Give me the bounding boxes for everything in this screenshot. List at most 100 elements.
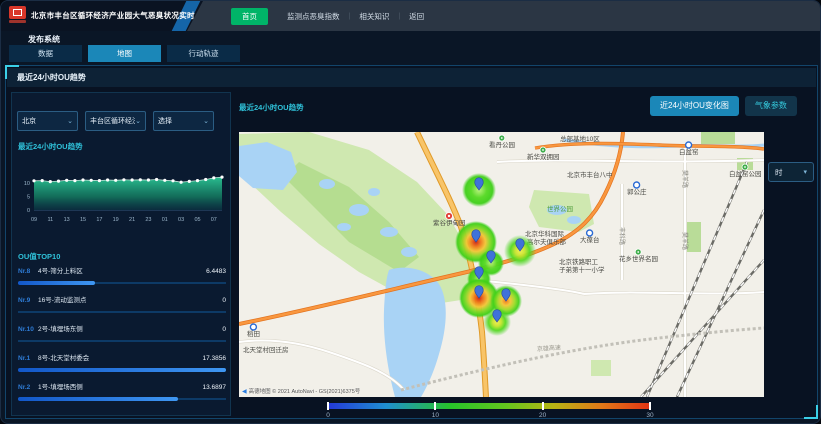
map-label: 樊羊路 (681, 232, 689, 250)
map-label: 郭公庄 (627, 187, 647, 196)
top10-row: Nr.84号-筛分上料区6.4483 (18, 265, 226, 294)
legend-tick-marker (542, 402, 544, 410)
heat-legend: 0 10 20 30 (328, 403, 650, 419)
top10-row: Nr.18号-北天堂村委会17.3856 (18, 352, 226, 381)
tab-data[interactable]: 数据 (9, 45, 82, 62)
station-select[interactable]: 选择⌄ (153, 111, 214, 131)
top10-rank: Nr.2 (18, 384, 38, 391)
ou-change-chart-button[interactable]: 近24小时OU变化图 (650, 96, 739, 116)
svg-text:13: 13 (64, 217, 70, 223)
top10-row: Nr.916号-流动监测点0 (18, 294, 226, 323)
legend-tick-label: 10 (432, 412, 439, 419)
main-panel: 最近24小时OU趋势 北京⌄丰台区循环经济产⌄选择⌄ 最近24小时OU趋势 05… (5, 65, 818, 419)
map-svg: 看丹公园 总部基地10区新华双拥园北京市丰台八中郭公庄 白盆窑白盆窑公园世界公园北京… (239, 132, 764, 397)
trend-chart-title: 最近24小时OU趋势 (18, 141, 83, 152)
chevron-down-icon: ⌄ (135, 117, 141, 125)
time-unit-select[interactable]: 时 ▾ (768, 162, 814, 182)
top10-rank: Nr.8 (18, 268, 38, 275)
legend-tick-label: 20 (539, 412, 546, 419)
map-label: 新华双拥园 (527, 152, 560, 161)
svg-text:11: 11 (47, 217, 53, 223)
publish-system-label: 发布系统 (28, 34, 60, 45)
top10-rank: Nr.1 (18, 355, 38, 362)
top10-bar-track (18, 397, 226, 401)
svg-text:05: 05 (194, 217, 200, 223)
svg-text:01: 01 (162, 217, 168, 223)
top10-rank: Nr.10 (18, 326, 38, 333)
metro-icon (250, 324, 256, 330)
svg-text:09: 09 (31, 217, 37, 223)
legend-tick-marker (649, 402, 651, 410)
top10-title: OU值TOP10 (18, 251, 60, 262)
map-label: 白盆窑 (679, 147, 699, 156)
svg-text:5: 5 (27, 195, 30, 201)
logo (9, 6, 26, 26)
app-root: 首页监测点恶臭指数|相关知识|返回 北京市丰台区循环经济产业园大气恶臭状况实时 … (0, 0, 821, 424)
top10-value: 13.6897 (203, 384, 227, 391)
legend-tick-label: 0 (326, 412, 330, 419)
svg-text:0: 0 (27, 208, 30, 214)
city-select-value: 北京 (22, 116, 67, 126)
legend-tick-label: 30 (646, 412, 653, 419)
filter-selects: 北京⌄丰台区循环经济产⌄选择⌄ (17, 111, 214, 131)
svg-text:15: 15 (80, 217, 86, 223)
ou-trend-chart: 0510091113151719212301030507 (14, 169, 228, 229)
map-label: 世界公园 (547, 204, 573, 213)
logo-subtext (9, 20, 26, 23)
page-title: 北京市丰台区循环经济产业园大气恶臭状况实时 (31, 1, 195, 31)
top10-value: 6.4483 (206, 268, 226, 275)
top10-bar-track (18, 310, 226, 314)
top10-rank: Nr.9 (18, 297, 38, 304)
park-select[interactable]: 丰台区循环经济产⌄ (85, 111, 146, 131)
map-label: 总部基地10区 (560, 134, 600, 143)
map-label: 子弟第十一小学 (559, 265, 605, 274)
nav-knowledge[interactable]: 相关知识 (359, 11, 389, 22)
top10-station-name: 8号-北天堂村委会 (38, 352, 203, 362)
nav-home[interactable]: 首页 (231, 8, 268, 25)
map-label: 白盆窑公园 (729, 169, 762, 178)
map-canvas[interactable]: 看丹公园 总部基地10区新华双拥园北京市丰台八中郭公庄 白盆窑白盆窑公园世界公园北京… (239, 132, 764, 397)
map-label: 北京华科国际 (525, 229, 565, 238)
map-label: 北京市丰台八中 (567, 170, 613, 179)
top10-list: Nr.84号-筛分上料区6.4483Nr.916号-流动监测点0Nr.102号-… (18, 265, 226, 410)
map-attribution: ◀高德地图 © 2021 AutoNavi - GS(2021)6375号 (242, 387, 360, 395)
top10-bar (18, 397, 178, 401)
weather-params-button[interactable]: 气象参数 (745, 96, 797, 116)
top10-station-name: 4号-筛分上料区 (38, 265, 206, 275)
legend-tick-marker (327, 402, 329, 410)
nav-odor-index[interactable]: 监测点恶臭指数 (287, 11, 340, 22)
tab-track[interactable]: 行动轨迹 (167, 45, 240, 62)
chevron-down-icon: ⌄ (203, 117, 209, 125)
logo-icon (9, 6, 26, 19)
header: 首页监测点恶臭指数|相关知识|返回 北京市丰台区循环经济产业园大气恶臭状况实时 (1, 1, 820, 31)
svg-text:17: 17 (96, 217, 102, 223)
nav-separator: | (398, 13, 400, 20)
top10-bar (18, 281, 95, 285)
top10-row: Nr.102号-填埋场东侧0 (18, 323, 226, 352)
time-unit-value: 时 (775, 167, 783, 178)
map-label: 北京铁路职工 (559, 257, 599, 266)
nav-back[interactable]: 返回 (409, 11, 424, 22)
top10-bar-track (18, 339, 226, 343)
top10-value: 0 (222, 326, 226, 333)
chevron-down-icon: ⌄ (67, 117, 73, 125)
city-select[interactable]: 北京⌄ (17, 111, 78, 131)
metro-icon (587, 230, 593, 236)
top10-station-name: 1号-填埋场西侧 (38, 381, 203, 391)
svg-text:07: 07 (211, 217, 217, 223)
top-nav: 首页监测点恶臭指数|相关知识|返回 (187, 1, 820, 31)
map-section-title: 最近24小时OU趋势 (239, 102, 304, 113)
top10-station-name: 16号-流动监测点 (38, 294, 222, 304)
station-select-value: 选择 (158, 116, 203, 126)
map-label: 花乡世界名园 (619, 254, 658, 263)
heat-legend-bar (328, 403, 650, 409)
top10-row: Nr.21号-填埋场西侧13.6897 (18, 381, 226, 410)
svg-text:23: 23 (145, 217, 151, 223)
top10-bar (18, 368, 226, 372)
amap-logo-icon: ◀ (242, 389, 247, 395)
tab-map[interactable]: 地图 (88, 45, 161, 62)
map-label: 看丹公园 (489, 141, 515, 149)
map-label: 樊羊路 (681, 170, 689, 188)
legend-tick-marker (434, 402, 436, 410)
panel-section-title: 最近24小时OU趋势 (7, 68, 816, 87)
